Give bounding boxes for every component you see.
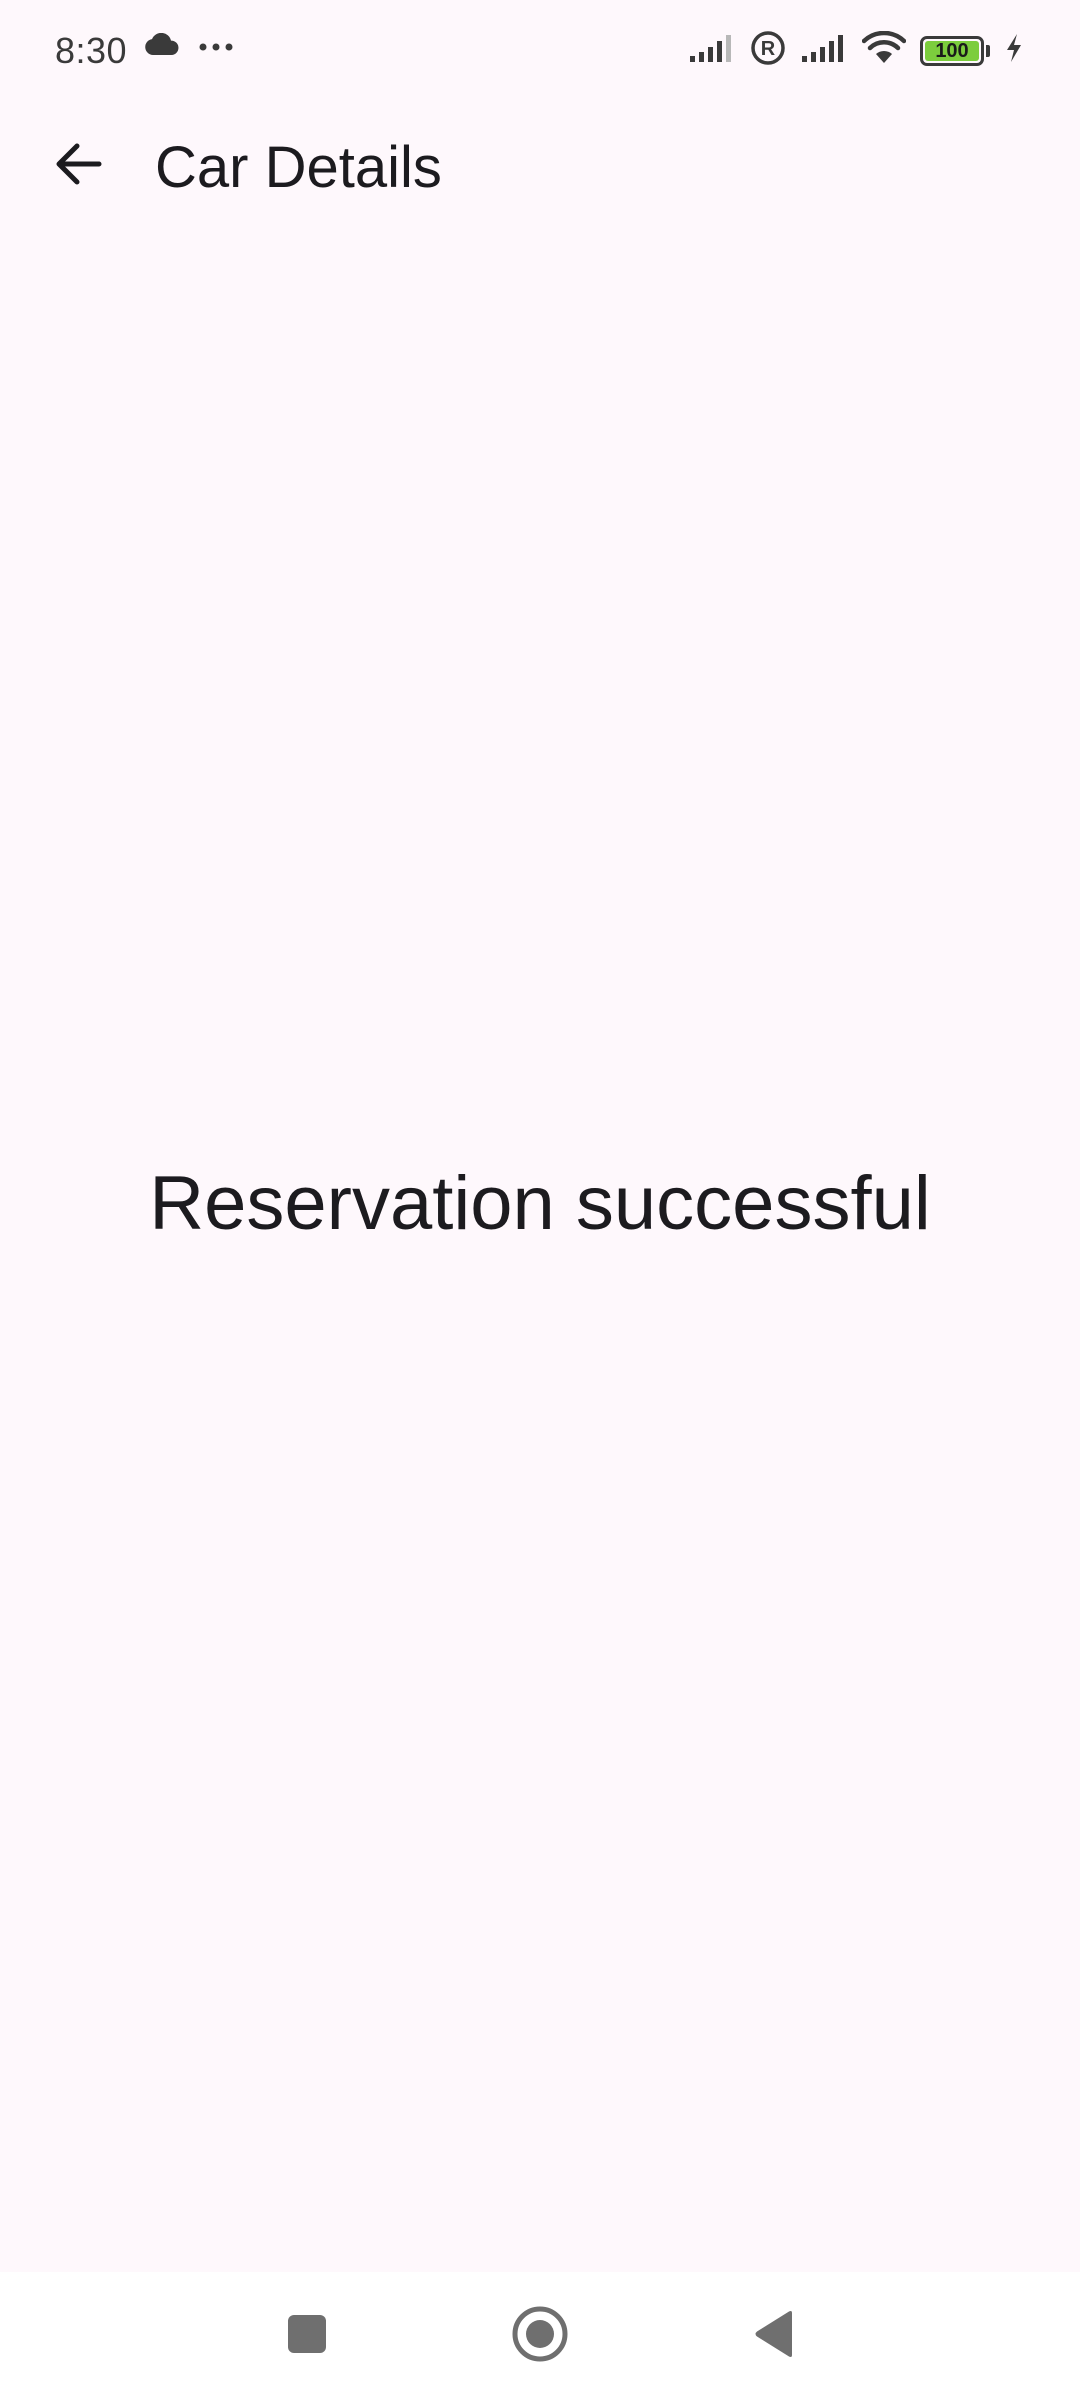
arrow-back-icon [53,142,103,191]
wifi-icon [861,30,907,70]
back-button[interactable] [40,128,116,204]
registered-icon: R [750,30,786,71]
system-nav-bar [0,2272,1080,2400]
page-title: Car Details [155,135,442,200]
more-dots-icon [198,39,234,57]
signal-icon [688,32,736,69]
battery-icon: 100 [920,35,984,66]
status-bar: 8:30 R 100 [0,0,1080,104]
battery-cap [986,44,990,57]
battery-level: 100 [935,39,969,62]
recents-square-icon [286,2313,328,2360]
svg-text:R: R [761,38,776,60]
home-button[interactable] [506,2302,574,2370]
cloud-icon [144,32,180,62]
home-circle-icon [511,2305,569,2368]
status-time: 8:30 [55,30,128,71]
screen: 8:30 R 100 Car Details Reservation succe… [0,0,1080,2400]
back-triangle-icon [752,2309,796,2364]
charging-icon [1004,33,1024,68]
status-right-icons: R 100 [688,30,1024,71]
signal-icon [800,32,848,69]
status-left-icons [144,32,234,62]
reservation-message: Reservation successful [149,1161,931,1246]
back-nav-button[interactable] [740,2302,808,2370]
recents-button[interactable] [273,2302,341,2370]
app-bar: Car Details [0,104,1080,236]
